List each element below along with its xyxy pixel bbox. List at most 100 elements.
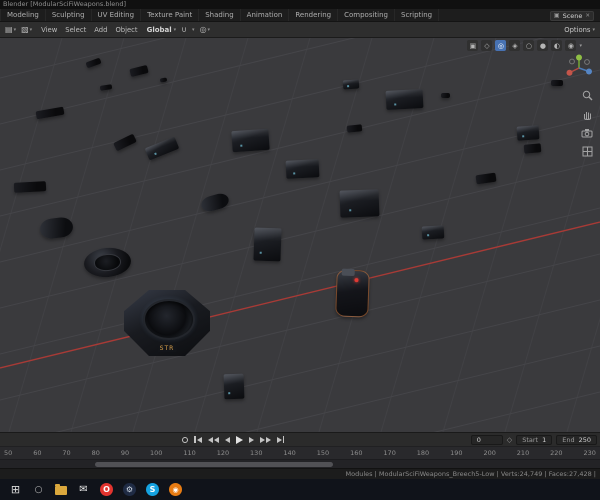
keying-icon[interactable]: ◇ bbox=[507, 436, 512, 444]
navigation-gizmo-icon[interactable] bbox=[564, 53, 594, 83]
options-label: Options bbox=[564, 25, 591, 34]
frame-number: 60 bbox=[33, 449, 42, 457]
snap-magnet-icon[interactable]: ∪ bbox=[181, 25, 187, 34]
pan-icon[interactable] bbox=[582, 109, 593, 120]
camera-icon[interactable] bbox=[581, 128, 593, 138]
steam-icon[interactable]: ⚙ bbox=[123, 483, 136, 496]
viewport-object-part[interactable] bbox=[99, 84, 113, 91]
mail-icon[interactable]: ✉ bbox=[77, 483, 90, 496]
end-frame-field[interactable]: End 250 bbox=[556, 435, 597, 445]
workspace-tab-scripting[interactable]: Scripting bbox=[395, 9, 440, 21]
current-frame-field[interactable]: 0 bbox=[470, 435, 503, 445]
gizmo-icon[interactable]: ◇ bbox=[481, 40, 493, 51]
prev-keyframe-button[interactable] bbox=[207, 435, 219, 445]
viewport-object-box[interactable] bbox=[516, 125, 540, 141]
transform-orientation-dropdown[interactable]: Global ▾ bbox=[147, 26, 177, 34]
viewport-object-box[interactable] bbox=[231, 128, 270, 153]
jump-start-button[interactable] bbox=[194, 435, 202, 445]
overlays-icon[interactable]: ◎ bbox=[495, 40, 507, 51]
frame-number: 70 bbox=[62, 449, 71, 457]
blender-icon[interactable]: ◉ bbox=[169, 483, 182, 496]
next-frame-button[interactable] bbox=[248, 435, 254, 445]
viewport-object-part[interactable] bbox=[159, 77, 168, 83]
scene-selector[interactable]: ▣ Scene ✕ bbox=[549, 10, 594, 21]
unlink-scene-icon[interactable]: ✕ bbox=[585, 13, 590, 19]
menu-object[interactable]: Object bbox=[111, 26, 141, 34]
timeline-scrollbar-track bbox=[0, 459, 600, 468]
wireframe-icon[interactable]: ○ bbox=[523, 40, 535, 51]
viewport-object-box[interactable] bbox=[342, 79, 360, 90]
viewport-object-part[interactable] bbox=[113, 133, 137, 152]
frame-number: 130 bbox=[250, 449, 263, 457]
viewport-object-sight[interactable] bbox=[335, 269, 370, 318]
viewport-object-round[interactable] bbox=[82, 246, 133, 279]
timeline-scrollbar[interactable] bbox=[95, 462, 333, 467]
workspace-tab-shading[interactable]: Shading bbox=[199, 9, 241, 21]
skype-icon[interactable]: S bbox=[146, 483, 159, 496]
viewport-object-part[interactable] bbox=[346, 124, 363, 133]
proportional-editing-icon[interactable]: ◎ ▾ bbox=[200, 25, 211, 34]
viewport-object-octagon[interactable]: STR bbox=[124, 290, 210, 356]
shading-dropdown-icon[interactable]: ▾ bbox=[579, 43, 582, 49]
menu-view[interactable]: View bbox=[37, 26, 61, 34]
frame-number: 180 bbox=[416, 449, 430, 457]
scene-icon: ▣ bbox=[553, 12, 560, 19]
3d-viewport[interactable]: STR ▣ ◇ ◎ ◈ ○ ● ◐ ◉ ▾ bbox=[0, 38, 600, 432]
material-icon[interactable]: ◐ bbox=[551, 40, 563, 51]
grid-icon[interactable] bbox=[582, 146, 593, 157]
start-value: 1 bbox=[542, 436, 547, 444]
viewport-object-box[interactable] bbox=[285, 159, 320, 179]
viewport-object-box[interactable] bbox=[421, 225, 445, 240]
options-dropdown[interactable]: Options ▾ bbox=[564, 26, 595, 34]
viewport-object-part[interactable] bbox=[35, 106, 65, 120]
record-button[interactable] bbox=[182, 435, 188, 445]
selection-icon[interactable]: ▣ bbox=[467, 40, 479, 51]
workspace-tab-uv-editing[interactable]: UV Editing bbox=[92, 9, 142, 21]
viewport-object-part[interactable] bbox=[475, 172, 497, 185]
viewport-object-box[interactable] bbox=[253, 227, 282, 262]
workspace-tab-animation[interactable]: Animation bbox=[241, 9, 290, 21]
start-frame-field[interactable]: Start 1 bbox=[516, 435, 553, 445]
viewport-object-box[interactable] bbox=[385, 89, 424, 110]
viewport-object-part[interactable] bbox=[441, 93, 450, 98]
prev-frame-button[interactable] bbox=[224, 435, 230, 445]
viewport-object-part[interactable] bbox=[523, 143, 542, 154]
editor-type-icon[interactable]: ▤ ▾ bbox=[5, 25, 16, 34]
frame-number: 220 bbox=[550, 449, 563, 457]
viewport-object-cylinder[interactable] bbox=[199, 191, 231, 214]
workspace-tab-modeling[interactable]: Modeling bbox=[0, 9, 46, 21]
snap-dropdown[interactable]: ▾ bbox=[192, 27, 195, 33]
frame-number: 170 bbox=[383, 449, 396, 457]
explorer-icon[interactable] bbox=[55, 484, 67, 495]
viewport-object-part[interactable] bbox=[129, 64, 149, 78]
xray-icon[interactable]: ◈ bbox=[509, 40, 521, 51]
workspace-tab-compositing[interactable]: Compositing bbox=[338, 9, 395, 21]
next-keyframe-button[interactable] bbox=[259, 435, 271, 445]
menu-select[interactable]: Select bbox=[61, 26, 90, 34]
viewport-object-box[interactable] bbox=[339, 189, 380, 218]
mode-dropdown[interactable]: ▧ ▾ bbox=[21, 25, 32, 34]
objects-layer: STR bbox=[0, 38, 600, 432]
menu-add[interactable]: Add bbox=[90, 26, 111, 34]
opera-icon[interactable]: O bbox=[100, 483, 113, 496]
frame-number: 120 bbox=[216, 449, 230, 457]
viewport-object-part[interactable] bbox=[551, 80, 563, 86]
zoom-icon[interactable] bbox=[582, 90, 593, 101]
viewport-object-part[interactable] bbox=[13, 181, 47, 193]
play-button[interactable] bbox=[235, 435, 243, 445]
object-marking-label: STR bbox=[157, 345, 177, 352]
solid-icon[interactable]: ● bbox=[537, 40, 549, 51]
viewport-object-box[interactable] bbox=[223, 373, 245, 400]
viewport-object-cylinder[interactable] bbox=[38, 216, 75, 240]
frame-number: 230 bbox=[583, 449, 596, 457]
timeline-ruler[interactable]: 50 60 70 80 90 100 110 120 130 140 150 160 170 180 190… bbox=[0, 446, 600, 459]
search-icon[interactable]: ○ bbox=[32, 483, 45, 496]
workspace-tab-sculpting[interactable]: Sculpting bbox=[46, 9, 92, 21]
workspace-tab-rendering[interactable]: Rendering bbox=[289, 9, 339, 21]
viewport-object-box[interactable] bbox=[144, 136, 180, 161]
workspace-tab-texture-paint[interactable]: Texture Paint bbox=[141, 9, 200, 21]
viewport-object-part[interactable] bbox=[85, 57, 102, 69]
rendered-icon[interactable]: ◉ bbox=[565, 40, 577, 51]
start-icon[interactable]: ⊞ bbox=[9, 483, 22, 496]
jump-end-button[interactable] bbox=[276, 435, 284, 445]
